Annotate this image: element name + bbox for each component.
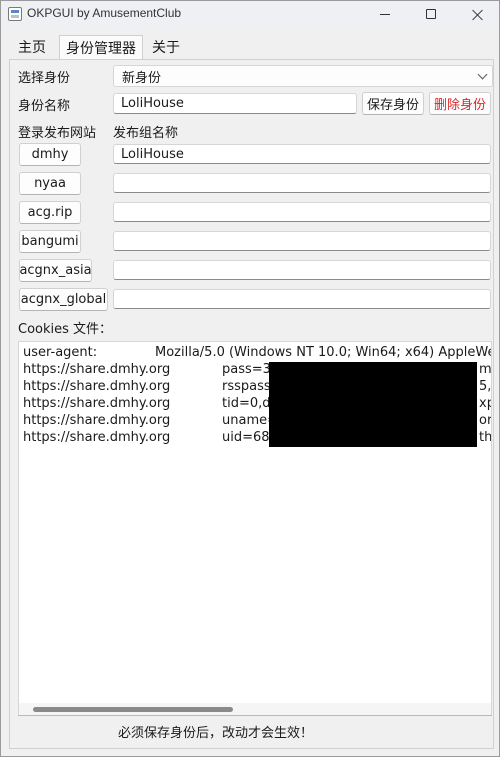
tab-about[interactable]: 关于 [145, 35, 187, 59]
group-name-input-dmhy[interactable]: LoliHouse [113, 144, 491, 164]
identity-select-value: 新身份 [122, 70, 162, 86]
cookie-key: https://share.dmhy.org [23, 362, 171, 377]
maximize-button[interactable] [408, 1, 454, 27]
title-bar: OKPGUI by AmusementClub [1, 1, 499, 27]
login-bangumi-button[interactable]: bangumi [19, 230, 81, 253]
cookie-key: user-agent: [23, 345, 98, 360]
horizontal-scrollbar[interactable] [19, 703, 491, 715]
cookie-key: https://share.dmhy.org [23, 430, 171, 445]
delete-identity-button[interactable]: 删除身份 [429, 92, 491, 115]
identity-name-input[interactable]: LoliHouse [113, 93, 357, 114]
minimize-button[interactable] [362, 1, 408, 27]
cookies-text-area[interactable]: user-agent: Mozilla/5.0 (Windows NT 10.0… [18, 341, 492, 716]
divider [18, 715, 492, 716]
cookie-value: Mozilla/5.0 (Windows NT 10.0; Win64; x64… [155, 345, 492, 360]
login-acgrip-button[interactable]: acg.rip [19, 201, 81, 224]
select-identity-label: 选择身份 [18, 71, 71, 86]
cookie-value-fragment: xpi [479, 396, 491, 411]
window-title: OKPGUI by AmusementClub [27, 6, 182, 20]
cookie-value-fragment: th [479, 430, 492, 445]
group-name-header: 发布组名称 [113, 126, 179, 141]
cookies-file-label: Cookies 文件： [18, 322, 113, 337]
save-identity-button[interactable]: 保存身份 [362, 92, 424, 115]
close-button[interactable] [454, 1, 500, 27]
login-acgnx-asia-button[interactable]: acgnx_asia [19, 259, 92, 282]
redaction-block [269, 362, 477, 447]
app-window: OKPGUI by AmusementClub 主页 身份管理器 关于 选择身份… [0, 0, 500, 757]
save-notice: 必须保存身份后，改动才会生效！ [118, 726, 314, 741]
login-nyaa-button[interactable]: nyaa [19, 172, 81, 195]
scrollbar-thumb[interactable] [33, 707, 233, 712]
login-site-header: 登录发布网站 [18, 126, 97, 141]
group-name-input-acgnx-asia[interactable] [113, 260, 491, 280]
minimize-icon [380, 13, 390, 15]
tab-identity-manager[interactable]: 身份管理器 [59, 35, 143, 60]
cookie-key: https://share.dmhy.org [23, 396, 171, 411]
chevron-down-icon [477, 69, 488, 80]
maximize-icon [426, 9, 436, 19]
tab-bar: 主页 身份管理器 关于 [9, 35, 493, 60]
cookie-value-fragment: 5,d [479, 379, 492, 394]
app-icon [8, 7, 22, 21]
close-icon [472, 9, 483, 20]
group-name-input-bangumi[interactable] [113, 231, 491, 251]
tab-home[interactable]: 主页 [11, 35, 53, 59]
login-dmhy-button[interactable]: dmhy [19, 143, 81, 166]
login-acgnx-global-button[interactable]: acgnx_global [19, 288, 108, 311]
identity-select[interactable]: 新身份 [113, 65, 493, 87]
group-name-input-acgnx-global[interactable] [113, 289, 491, 309]
cookie-key: https://share.dmhy.org [23, 413, 171, 428]
group-name-input-nyaa[interactable] [113, 173, 491, 193]
cookie-value-fragment: ma [479, 362, 492, 377]
cookie-key: https://share.dmhy.org [23, 379, 171, 394]
group-name-input-acgrip[interactable] [113, 202, 491, 222]
cookie-value-fragment: org [479, 413, 492, 428]
identity-name-label: 身份名称 [18, 99, 71, 114]
